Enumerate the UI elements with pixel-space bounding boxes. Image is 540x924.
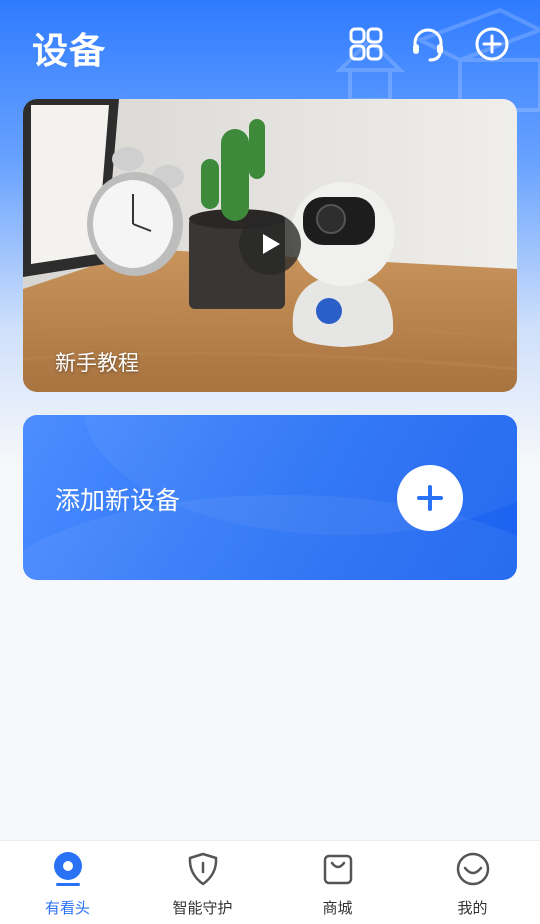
headset-icon[interactable] (410, 26, 446, 62)
tab-label: 我的 (457, 899, 488, 917)
tab-smart-guard[interactable]: 智能守护 (135, 841, 270, 924)
tab-camera[interactable]: 有看头 (0, 841, 135, 924)
plus-icon (417, 485, 443, 511)
tab-label: 智能守护 (172, 899, 233, 917)
add-circle-icon[interactable] (474, 26, 510, 62)
add-device-label: 添加新设备 (55, 486, 181, 515)
bottom-tab-bar: 有看头 智能守护 商城 我的 (0, 840, 540, 924)
shopping-bag-icon (320, 851, 356, 887)
tab-store[interactable]: 商城 (270, 841, 405, 924)
smile-icon (455, 851, 491, 887)
play-icon (263, 234, 280, 254)
play-button[interactable] (239, 213, 301, 275)
tutorial-video-card[interactable]: 新手教程 (23, 99, 517, 392)
tab-mine[interactable]: 我的 (405, 841, 540, 924)
camera-eye-icon (50, 851, 86, 887)
grid-icon[interactable] (348, 26, 384, 62)
tutorial-label: 新手教程 (55, 351, 139, 375)
shield-icon (185, 851, 221, 887)
add-device-button[interactable] (397, 465, 463, 531)
add-device-card[interactable]: 添加新设备 (23, 415, 517, 580)
tab-label: 有看头 (44, 899, 90, 917)
page-title: 设备 (32, 31, 107, 72)
header: 设备 (0, 0, 540, 92)
tab-label: 商城 (322, 899, 353, 917)
